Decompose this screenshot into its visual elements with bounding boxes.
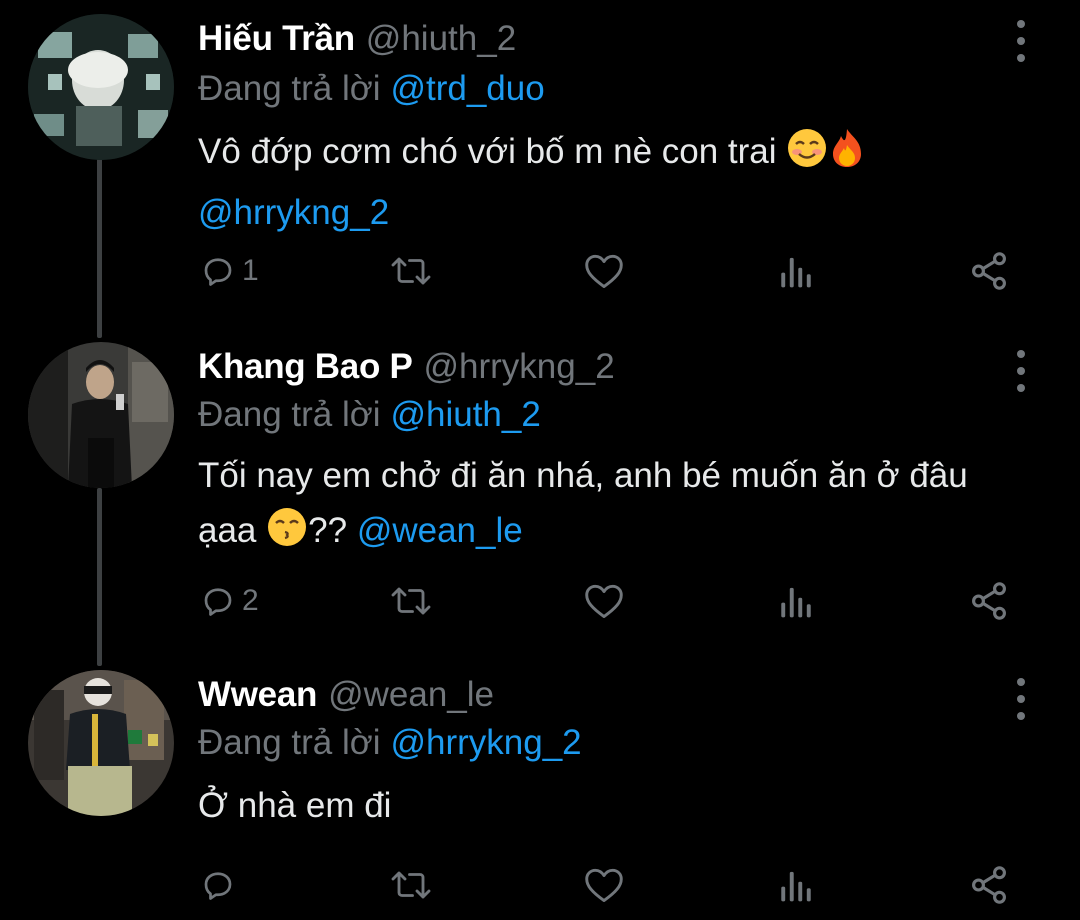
user-handle[interactable]: @wean_le [328,675,494,715]
tweet-hrrykng-2[interactable]: Khang Bao P @hrrykng_2 Đang trả lời @hiu… [0,342,1080,642]
user-handle[interactable]: @hrrykng_2 [424,347,615,387]
reply-count: 2 [242,584,259,617]
replying-to: Đang trả lời @trd_duo [198,66,545,112]
replying-to: Đang trả lời @hiuth_2 [198,392,541,438]
mention-link[interactable]: @hrrykng_2 [198,193,389,232]
tweet-header: Khang Bao P @hrrykng_2 [198,342,615,392]
views-icon [781,587,811,618]
replying-to-mention[interactable]: @hiuth_2 [390,395,540,435]
tweet-text-line: Tối nay em chở đi ăn nhá, anh bé muốn ăn… [198,456,968,495]
tweet-text: Ở nhà em đi [198,778,1058,833]
views-icon [781,871,811,902]
replying-to: Đang trả lời @hrrykng_2 [198,720,582,766]
retweet-icon [391,587,431,615]
smiling-face-emoji [786,127,828,185]
tweet-text: Tối nay em chở đi ăn nhá, anh bé muốn ăn… [198,448,1058,564]
avatar[interactable] [28,342,174,488]
share-icon [972,582,1006,620]
kissing-face-emoji [266,506,308,564]
display-name[interactable]: Khang Bao P [198,347,413,387]
tweet-text-line: ạaa [198,511,257,550]
reply-button[interactable] [200,860,242,910]
like-button[interactable] [583,576,625,626]
share-button[interactable] [968,246,1010,296]
views-button[interactable] [779,860,813,910]
tweet-hiuth-2[interactable]: Hiếu Trần @hiuth_2 Đang trả lời @trd_duo… [0,14,1080,314]
reply-thread: Hiếu Trần @hiuth_2 Đang trả lời @trd_duo… [0,0,1080,920]
share-icon [972,866,1006,904]
reply-icon [204,258,232,286]
mention-link[interactable]: @wean_le [357,511,523,550]
more-options-icon[interactable] [1008,20,1034,62]
fire-emoji [828,127,866,185]
reply-button[interactable]: 1 [200,246,259,296]
more-options-icon[interactable] [1008,350,1034,392]
views-icon [781,257,811,288]
views-button[interactable] [779,246,813,296]
like-button[interactable] [583,246,625,296]
reply-icon [204,588,232,616]
retweet-icon [391,871,431,899]
share-button[interactable] [968,860,1010,910]
tweet-header: Wwean @wean_le [198,670,494,720]
replying-to-label: Đang trả lời [198,395,381,434]
display-name[interactable]: Wwean [198,675,317,715]
replying-to-label: Đang trả lời [198,723,381,762]
reply-button[interactable]: 2 [200,576,259,626]
tweet-text-line: Vô đớp cơm chó với bố m nè con trai [198,132,777,171]
reply-count: 1 [242,254,259,287]
replying-to-mention[interactable]: @hrrykng_2 [390,723,581,763]
retweet-button[interactable] [389,860,433,910]
retweet-button[interactable] [389,246,433,296]
share-icon [972,252,1006,290]
reply-icon [204,872,232,900]
like-icon [585,254,623,289]
views-button[interactable] [779,576,813,626]
like-icon [585,868,623,903]
tweet-text-line: ?? [308,511,348,550]
replying-to-mention[interactable]: @trd_duo [390,69,544,109]
display-name[interactable]: Hiếu Trần [198,19,355,59]
tweet-text: Vô đớp cơm chó với bố m nè con trai @hrr… [198,124,1058,240]
retweet-icon [391,257,431,285]
tweet-header: Hiếu Trần @hiuth_2 [198,14,516,64]
tweet-actions: 2 [0,576,1080,626]
tweet-actions: 1 [0,246,1080,296]
avatar[interactable] [28,670,174,816]
tweet-wean-le[interactable]: Wwean @wean_le Đang trả lời @hrrykng_2 Ở… [0,670,1080,910]
replying-to-label: Đang trả lời [198,69,381,108]
user-handle[interactable]: @hiuth_2 [366,19,516,59]
more-options-icon[interactable] [1008,678,1034,720]
share-button[interactable] [968,576,1010,626]
like-button[interactable] [583,860,625,910]
like-icon [585,584,623,619]
tweet-actions [0,860,1080,910]
retweet-button[interactable] [389,576,433,626]
tweet-text-line: Ở nhà em đi [198,786,392,825]
avatar[interactable] [28,14,174,160]
